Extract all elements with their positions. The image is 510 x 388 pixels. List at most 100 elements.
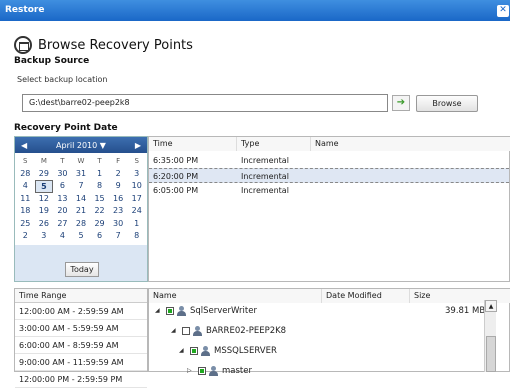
day-header: T [97, 157, 102, 165]
month-label: April 2010 [56, 140, 98, 150]
calendar-day[interactable]: 28 [16, 168, 35, 181]
calendar-day[interactable]: 8 [127, 230, 146, 243]
calendar-day[interactable]: 30 [53, 168, 72, 181]
calendar: ◀ April 2010 ▼ ▶ S M T W T F S 28 29 30 31 1 2 3 4 5 6 7 8… [14, 136, 148, 282]
calendar-day[interactable]: 17 [127, 193, 146, 206]
expand-icon[interactable]: ▷ [187, 364, 195, 378]
day-header: F [116, 157, 121, 165]
close-button[interactable]: ✕ [497, 5, 509, 17]
node-checkbox[interactable] [198, 367, 206, 375]
calendar-day[interactable]: 29 [90, 218, 109, 231]
list-item[interactable]: 6:00:00 AM - 8:59:59 AM [15, 337, 147, 354]
calendar-day[interactable]: 9 [109, 180, 128, 193]
calendar-day[interactable]: 19 [35, 205, 54, 218]
calendar-day[interactable]: 21 [72, 205, 91, 218]
backup-path-field[interactable]: G:\dest\barre02-peep2k8 [22, 94, 388, 112]
db-user-icon [193, 326, 202, 336]
column-header-name[interactable]: Name [311, 137, 510, 151]
calendar-day[interactable]: 31 [72, 168, 91, 181]
calendar-day[interactable]: 5 [72, 230, 91, 243]
today-button[interactable]: Today [65, 262, 99, 277]
calendar-day[interactable]: 23 [109, 205, 128, 218]
calendar-day[interactable]: 2 [16, 230, 35, 243]
cell-time: 6:35:00 PM [153, 156, 199, 165]
calendar-day[interactable]: 29 [35, 168, 54, 181]
calendar-day[interactable]: 15 [90, 193, 109, 206]
calendar-day[interactable]: 12 [35, 193, 54, 206]
list-item[interactable]: 3:00:00 AM - 5:59:59 AM [15, 320, 147, 337]
expand-icon[interactable]: ◢ [179, 344, 187, 358]
calendar-day[interactable]: 22 [90, 205, 109, 218]
day-header: S [134, 157, 139, 165]
node-label: master [222, 366, 252, 376]
browse-button[interactable]: Browse [416, 95, 478, 112]
window-titlebar: Restore ✕ [0, 0, 510, 21]
node-checkbox[interactable] [182, 327, 190, 335]
calendar-day[interactable]: 4 [53, 230, 72, 243]
calendar-day[interactable]: 28 [72, 218, 91, 231]
cell-time: 6:05:00 PM [153, 186, 199, 195]
expand-icon[interactable]: ◢ [155, 304, 163, 318]
column-header-time[interactable]: Time [149, 137, 237, 151]
calendar-day[interactable]: 10 [127, 180, 146, 193]
page-title: Browse Recovery Points [38, 37, 193, 53]
node-checkbox[interactable] [190, 347, 198, 355]
tree-node[interactable]: ◢ BARRE02-PEEP2K8 [171, 324, 286, 338]
node-label: MSSQLSERVER [214, 346, 277, 356]
calendar-day[interactable]: 16 [109, 193, 128, 206]
go-arrow-button[interactable]: ➔ [392, 95, 410, 111]
open-folder-icon [14, 36, 32, 54]
list-item[interactable]: 12:00:00 PM - 2:59:59 PM [15, 371, 147, 388]
column-header-name[interactable]: Name [149, 289, 322, 303]
calendar-day[interactable]: 4 [16, 180, 35, 193]
calendar-day[interactable]: 24 [127, 205, 146, 218]
list-item[interactable]: 12:00:00 AM - 2:59:59 AM [15, 303, 147, 320]
calendar-day[interactable]: 30 [109, 218, 128, 231]
calendar-day[interactable]: 11 [16, 193, 35, 206]
column-header-type[interactable]: Type [237, 137, 311, 151]
calendar-day[interactable]: 13 [53, 193, 72, 206]
node-checkbox[interactable] [166, 307, 174, 315]
calendar-day[interactable]: 1 [90, 168, 109, 181]
calendar-day[interactable]: 8 [90, 180, 109, 193]
tree-scrollbar[interactable]: ▲ [484, 300, 497, 372]
calendar-day[interactable]: 1 [127, 218, 146, 231]
column-header-date-modified[interactable]: Date Modified [322, 289, 410, 303]
table-row[interactable]: 6:05:00 PM Incremental [149, 183, 509, 198]
calendar-day[interactable]: 25 [16, 218, 35, 231]
node-label: SqlServerWriter [190, 306, 257, 316]
node-size: 39.81 MB [445, 306, 486, 316]
calendar-day[interactable]: 20 [53, 205, 72, 218]
backup-source-heading: Backup Source [14, 56, 90, 66]
tree-node[interactable]: ◢ MSSQLSERVER [179, 344, 277, 358]
db-user-icon [201, 346, 210, 356]
table-row[interactable]: 6:20:00 PM Incremental [149, 168, 509, 183]
scroll-thumb[interactable] [486, 336, 496, 372]
tree-node[interactable]: ▷ master [187, 364, 252, 378]
table-row[interactable]: 6:35:00 PM Incremental [149, 153, 509, 168]
next-month-icon[interactable]: ▶ [135, 141, 141, 150]
page-header: Browse Recovery Points [14, 35, 193, 55]
calendar-day[interactable]: 7 [109, 230, 128, 243]
window-title: Restore [5, 5, 45, 15]
scroll-up-icon[interactable]: ▲ [485, 300, 497, 312]
calendar-day[interactable]: 6 [53, 180, 72, 193]
tree-node[interactable]: ◢ SqlServerWriter [155, 304, 257, 318]
calendar-day[interactable]: 2 [109, 168, 128, 181]
calendar-day[interactable]: 27 [53, 218, 72, 231]
expand-icon[interactable]: ◢ [171, 324, 179, 338]
prev-month-icon[interactable]: ◀ [21, 141, 27, 150]
calendar-day[interactable]: 26 [35, 218, 54, 231]
calendar-day[interactable]: 14 [72, 193, 91, 206]
calendar-day[interactable]: 3 [127, 168, 146, 181]
calendar-day[interactable]: 6 [90, 230, 109, 243]
recovery-points-table: Time Type Name 6:35:00 PM Incremental 6:20… [148, 136, 510, 282]
calendar-day[interactable]: 18 [16, 205, 35, 218]
calendar-day[interactable]: 5 [34, 180, 54, 193]
calendar-day[interactable]: 3 [35, 230, 54, 243]
calendar-day[interactable]: 7 [72, 180, 91, 193]
list-item[interactable]: 9:00:00 AM - 11:59:59 AM [15, 354, 147, 371]
time-range-list: Time Range 12:00:00 AM - 2:59:59 AM 3:00:… [14, 288, 148, 388]
recovery-date-heading: Recovery Point Date [14, 123, 118, 133]
month-selector[interactable]: April 2010 ▼ [56, 141, 106, 150]
